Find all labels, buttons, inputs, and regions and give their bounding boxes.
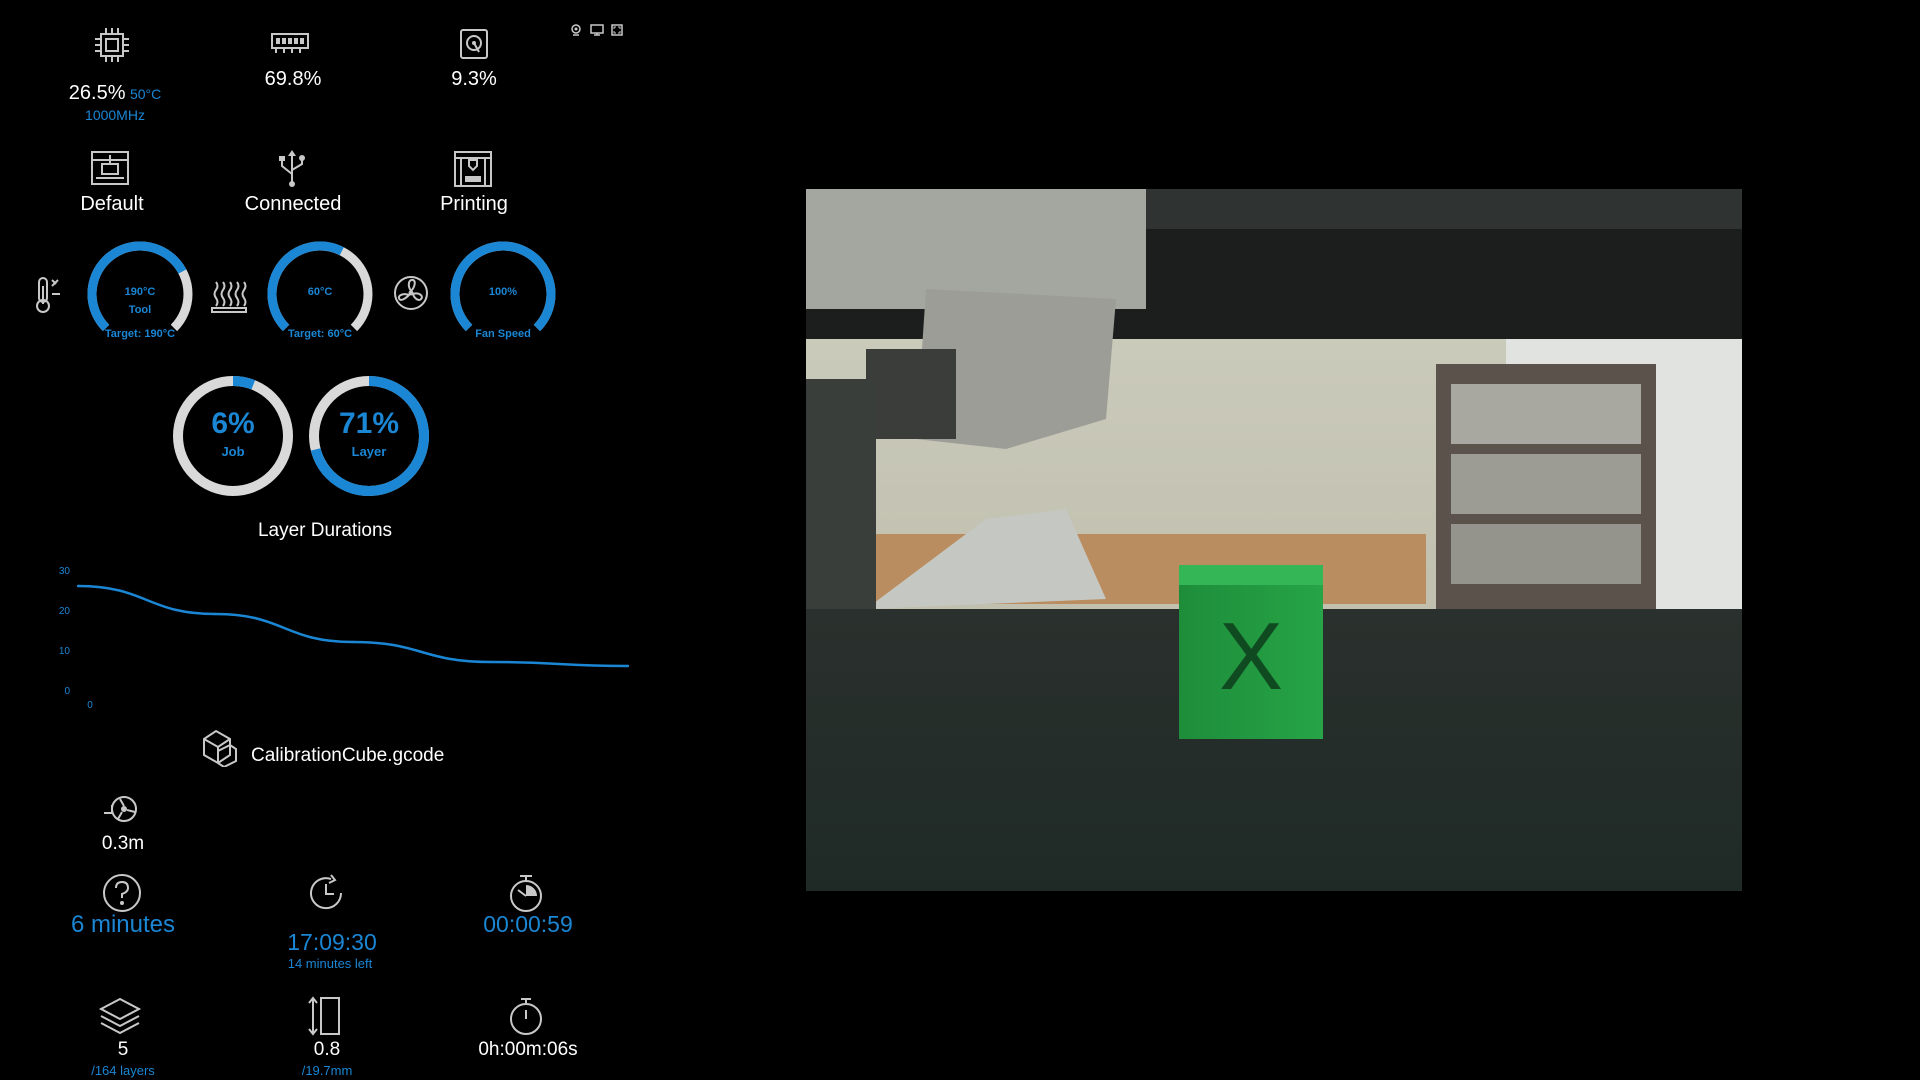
layers-icon	[98, 997, 142, 1035]
bed-target: Target: 60°C	[287, 328, 353, 340]
printer-state-label[interactable]: Printing	[399, 193, 549, 216]
current-height: 0.8	[313, 1039, 341, 1060]
chart-data-point	[351, 640, 355, 644]
tool-target: Target: 190°C	[104, 328, 176, 340]
webcam-feed[interactable]: X	[806, 189, 1742, 891]
layer-durations-title: Layer Durations	[257, 520, 393, 541]
chart-xtick-label: 0	[87, 700, 93, 710]
layer-durations-chart: 30 20 10 0 0	[59, 566, 630, 710]
height-icon	[308, 996, 340, 1036]
elapsed-time: 00:00:59	[483, 911, 573, 937]
print-time-estimate: 6 minutes	[70, 911, 176, 938]
fullscreen-icon[interactable]	[611, 24, 623, 36]
webcam-cube-letter: X	[1219, 603, 1283, 710]
layer-time: 0h:00m:06s	[478, 1039, 578, 1060]
printer-profile-icon	[91, 151, 129, 185]
heated-bed-icon	[211, 281, 247, 313]
connection-status[interactable]: Connected	[218, 193, 368, 216]
tool-label: Tool	[128, 304, 152, 316]
stopwatch-icon	[510, 998, 542, 1035]
chart-ytick-label: 30	[59, 566, 71, 577]
job-progress-label: Job	[221, 444, 245, 459]
layer-progress-value: 71%	[338, 407, 400, 440]
tool-temperature: 190°C	[124, 286, 156, 298]
disk-icon	[460, 29, 488, 59]
webcam-drawer-3	[1451, 524, 1641, 584]
display-icon[interactable]	[590, 24, 604, 36]
cpu-usage-line: 26.5% 50°C	[40, 82, 190, 105]
question-circle-icon	[103, 874, 141, 912]
printer-state-icon	[454, 151, 492, 187]
webcam-cube-top	[1179, 565, 1323, 585]
total-height: /19.7mm	[301, 1063, 353, 1078]
cpu-temp: 50°C	[129, 86, 162, 102]
chart-ytick-label: 10	[59, 646, 71, 657]
cpu-icon	[95, 28, 129, 62]
chart-ytick-label: 0	[64, 686, 70, 697]
chart-data-point	[489, 660, 492, 664]
disk-usage: 9.3%	[451, 68, 497, 90]
file-name[interactable]: CalibrationCube.gcode	[251, 745, 444, 767]
cpu-stat	[60, 26, 160, 86]
bed-temperature: 60°C	[307, 286, 333, 298]
filament-used: 0.3m	[101, 833, 145, 854]
memory-usage: 69.8%	[264, 68, 322, 90]
chart-ytick-label: 20	[59, 606, 71, 617]
fan-icon	[394, 276, 428, 310]
webcam-drawer-1	[1451, 384, 1641, 444]
fan-speed-value: 100%	[488, 286, 518, 298]
printer-profile-label[interactable]: Default	[37, 193, 187, 216]
file-cube-icon	[203, 729, 237, 767]
hotend-thermometer-icon	[36, 277, 60, 313]
timer-icon	[510, 875, 542, 912]
current-layer: 5	[117, 1039, 129, 1060]
fan-speed-label: Fan Speed	[475, 328, 531, 340]
chart-data-point	[214, 612, 217, 616]
webcam-drawer-2	[1451, 454, 1641, 514]
webcam-extruder	[866, 349, 956, 439]
clock-forward-icon	[310, 874, 343, 910]
cpu-usage: 26.5%	[68, 82, 126, 104]
job-progress-value: 6%	[211, 407, 255, 440]
memory-icon	[271, 33, 309, 53]
usb-icon	[279, 150, 305, 187]
cpu-frequency: 1000MHz	[85, 107, 145, 123]
webcam-toggle-icon[interactable]	[570, 24, 582, 36]
chart-data-point	[626, 664, 630, 668]
chart-series-line	[77, 584, 629, 668]
chart-data-point	[76, 584, 80, 588]
filament-spool-icon	[104, 796, 137, 822]
eta-time: 17:09:30	[287, 929, 377, 955]
time-left: 14 minutes left	[287, 956, 373, 971]
total-layers: /164 layers	[91, 1063, 155, 1078]
webcam-printhead-top	[806, 189, 1146, 309]
layer-progress-label: Layer	[351, 444, 387, 459]
